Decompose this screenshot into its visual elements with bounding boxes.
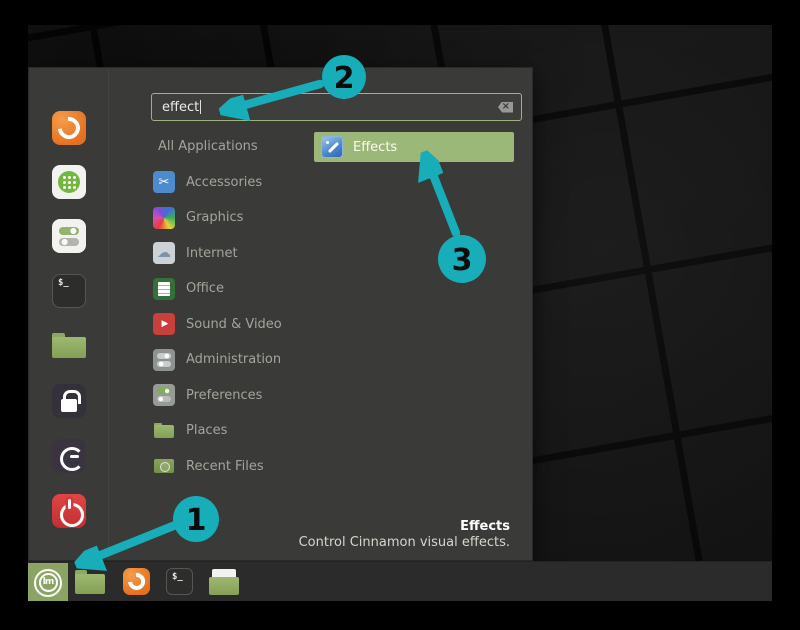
shutdown-icon[interactable] [52,494,86,528]
category-list: All Applications ✂ Accessories Graphics … [153,129,323,484]
play-icon: ▶ [153,313,175,335]
cinnamon-menu-popup: $_ effect All Applications ✂ Accessories [28,67,533,561]
category-internet[interactable]: ☁ Internet [153,236,323,272]
folder-clock-icon [153,455,175,477]
files-icon[interactable] [209,569,239,595]
cloud-icon: ☁ [153,242,175,264]
system-settings-icon[interactable] [52,219,86,253]
search-query-text: effect [162,100,199,115]
category-recent-files[interactable]: Recent Files [153,449,323,485]
toggles-green-icon [153,384,175,406]
category-office[interactable]: Office [153,271,323,307]
terminal-icon[interactable]: $_ [166,568,193,595]
category-graphics[interactable]: Graphics [153,200,323,236]
selection-title: Effects [299,519,510,535]
document-icon [153,278,175,300]
clear-search-icon[interactable] [498,102,513,113]
category-places[interactable]: Places [153,413,323,449]
screenshot-root: $_ effect All Applications ✂ Accessories [0,0,800,630]
search-result-effects[interactable]: Effects [314,132,514,162]
file-manager-icon[interactable] [75,570,105,594]
category-all-applications[interactable]: All Applications [153,129,323,165]
folder-icon [153,420,175,442]
desktop: $_ effect All Applications ✂ Accessories [28,25,772,601]
scissors-icon: ✂ [153,171,175,193]
firefox-icon[interactable] [123,568,150,595]
palette-icon [153,207,175,229]
text-caret [200,100,201,114]
logout-icon[interactable] [52,439,86,473]
favorites-sidebar: $_ [29,68,109,560]
selection-description: Control Cinnamon visual effects. [299,535,510,551]
category-accessories[interactable]: ✂ Accessories [153,165,323,201]
terminal-icon[interactable]: $_ [52,274,86,308]
search-input[interactable]: effect [151,93,522,121]
magic-wand-icon [321,136,343,158]
software-manager-icon[interactable] [52,165,86,199]
taskbar-panel: lm $_ [28,561,772,601]
lock-screen-icon[interactable] [52,384,86,418]
selection-info: Effects Control Cinnamon visual effects. [299,519,510,552]
category-preferences[interactable]: Preferences [153,378,323,414]
category-sound-video[interactable]: ▶ Sound & Video [153,307,323,343]
toggles-icon [153,349,175,371]
category-administration[interactable]: Administration [153,342,323,378]
mint-logo-icon: lm [34,569,62,597]
menu-button[interactable]: lm [28,563,68,601]
files-folder-icon[interactable] [52,328,86,362]
firefox-icon[interactable] [52,111,86,145]
